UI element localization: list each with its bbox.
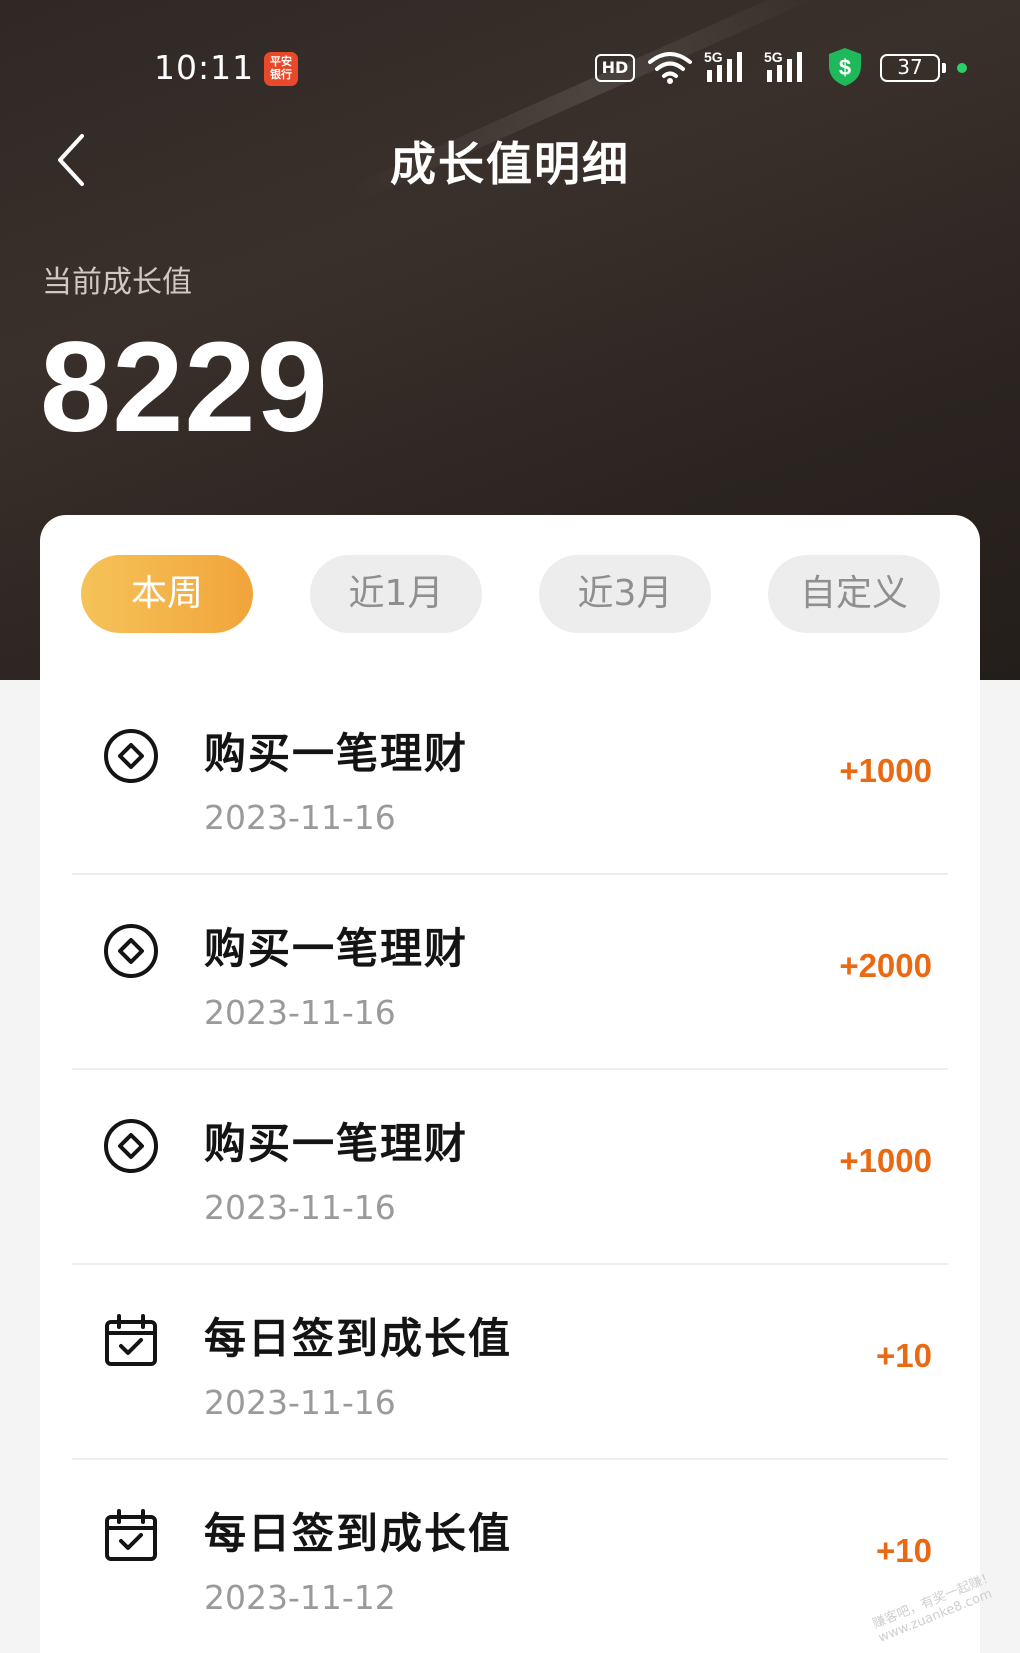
calendar-check-icon [105,1509,157,1561]
signal-5g-icon: 5G [704,49,742,82]
record-date: 2023-11-16 [204,1188,396,1227]
status-time: 10:11 [154,48,255,87]
record-date: 2023-11-16 [204,1383,396,1422]
record-amount: +10 [876,1337,932,1374]
battery-icon: 37 [880,54,946,82]
coin-icon [104,729,158,783]
signal-5g-label: 5G [704,49,723,65]
record-title: 每日签到成长值 [204,1314,513,1363]
signal-5g-icon: 5G [764,49,802,82]
wifi-icon [648,52,692,84]
record-title: 每日签到成长值 [204,1509,513,1558]
list-item[interactable]: 每日签到成长值 2023-11-12 +10 [40,1460,980,1653]
record-title: 购买一笔理财 [204,1119,469,1168]
page-title: 成长值明细 [390,137,630,191]
record-date: 2023-11-12 [204,1578,396,1617]
tab-last-1-month[interactable]: 近1月 [310,555,482,633]
list-item[interactable]: 购买一笔理财 2023-11-16 +1000 [40,680,980,875]
current-growth-label: 当前成长值 [42,265,192,300]
record-title: 购买一笔理财 [204,729,469,778]
record-amount: +1000 [839,1142,932,1179]
hd-icon: HD [595,54,635,82]
calendar-check-icon [105,1314,157,1366]
security-shield-icon: $ [829,48,861,86]
record-title: 购买一笔理财 [204,924,469,973]
list-item[interactable]: 购买一笔理财 2023-11-16 +2000 [40,875,980,1070]
record-date: 2023-11-16 [204,993,396,1032]
tab-custom[interactable]: 自定义 [768,555,940,633]
coin-icon [104,924,158,978]
signal-5g-label: 5G [764,49,783,65]
tab-this-week[interactable]: 本周 [81,555,253,633]
record-amount: +1000 [839,752,932,789]
record-date: 2023-11-16 [204,798,396,837]
list-item[interactable]: 购买一笔理财 2023-11-16 +1000 [40,1070,980,1265]
tab-last-3-months[interactable]: 近3月 [539,555,711,633]
period-tabs: 本周 近1月 近3月 自定义 [40,515,980,655]
svg-text:$: $ [839,55,851,80]
record-amount: +2000 [839,947,932,984]
record-amount: +10 [876,1532,932,1569]
app-badge-icon: 平安 银行 [264,52,298,86]
records-card: 本周 近1月 近3月 自定义 购买一笔理财 2023-11-16 +1000 购… [40,515,980,1653]
notification-dot [957,63,967,73]
coin-icon [104,1119,158,1173]
records-list: 购买一笔理财 2023-11-16 +1000 购买一笔理财 2023-11-1… [40,680,980,1653]
current-growth-value: 8229 [40,316,329,459]
status-bar: 10:11 平安 银行 HD 5G 5G $ 37 [0,0,1020,100]
list-item[interactable]: 每日签到成长值 2023-11-16 +10 [40,1265,980,1460]
